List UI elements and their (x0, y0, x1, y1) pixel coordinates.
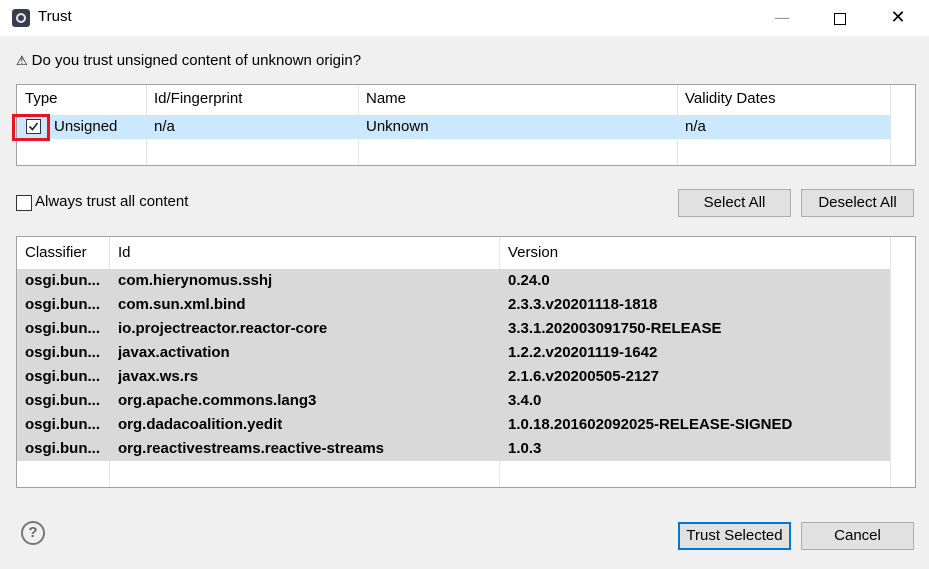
artifact-row[interactable]: osgi.bun... com.hierynomus.sshj 0.24.0 (17, 269, 890, 293)
artifact-row[interactable]: osgi.bun... io.projectreactor.reactor-co… (17, 317, 890, 341)
artifact-classifier: osgi.bun... (25, 368, 100, 385)
artifact-version: 1.0.18.201602092025-RELEASE-SIGNED (508, 416, 793, 433)
always-trust-label[interactable]: Always trust all content (35, 193, 188, 210)
prompt-text: Do you trust unsigned content of unknown… (31, 52, 362, 69)
artifact-row[interactable]: osgi.bun... javax.ws.rs 2.1.6.v20200505-… (17, 365, 890, 389)
artifacts-table: Classifier Id Version osgi.bun... com.hi… (16, 236, 916, 488)
signer-id: n/a (154, 118, 175, 135)
artifact-classifier: osgi.bun... (25, 416, 100, 433)
help-icon[interactable]: ? (21, 521, 45, 545)
artifact-classifier: osgi.bun... (25, 272, 100, 289)
artifact-row[interactable]: osgi.bun... javax.activation 1.2.2.v2020… (17, 341, 890, 365)
artifact-version: 2.1.6.v20200505-2127 (508, 368, 659, 385)
close-button[interactable]: ✕ (872, 0, 924, 36)
warning-icon: ⚠ (16, 54, 28, 69)
deselect-all-button[interactable]: Deselect All (801, 189, 914, 217)
title-bar: Trust — ✕ (0, 0, 929, 36)
always-trust-checkbox[interactable] (16, 195, 32, 211)
column-header-classifier[interactable]: Classifier (25, 241, 107, 265)
app-icon (12, 9, 30, 27)
column-header-version[interactable]: Version (508, 241, 878, 265)
artifact-classifier: osgi.bun... (25, 296, 100, 313)
artifact-classifier: osgi.bun... (25, 440, 100, 457)
maximize-icon (834, 12, 846, 25)
signer-row[interactable]: Unsigned n/a Unknown n/a (17, 115, 890, 139)
window-title: Trust (38, 8, 72, 25)
column-header-id-fingerprint[interactable]: Id/Fingerprint (154, 87, 354, 111)
signers-header-row: Type Id/Fingerprint Name Validity Dates (17, 87, 890, 111)
artifact-id: io.projectreactor.reactor-core (118, 320, 328, 337)
artifact-version: 3.3.1.202003091750-RELEASE (508, 320, 722, 337)
trust-selected-button[interactable]: Trust Selected (678, 522, 791, 550)
trust-prompt: ⚠ Do you trust unsigned content of unknow… (16, 52, 361, 69)
artifact-classifier: osgi.bun... (25, 344, 100, 361)
artifact-version: 1.0.3 (508, 440, 542, 457)
column-divider (890, 85, 891, 165)
artifact-version: 0.24.0 (508, 272, 550, 289)
checkbox-highlight (12, 114, 50, 141)
artifact-id: com.hierynomus.sshj (118, 272, 273, 289)
artifact-id: com.sun.xml.bind (118, 296, 246, 313)
minimize-button[interactable]: — (756, 0, 808, 36)
signer-type: Unsigned (54, 118, 118, 135)
artifact-id: org.dadacoalition.yedit (118, 416, 283, 433)
artifact-row[interactable]: osgi.bun... org.apache.commons.lang3 3.4… (17, 389, 890, 413)
column-header-name[interactable]: Name (366, 87, 666, 111)
artifact-version: 2.3.3.v20201118-1818 (508, 296, 658, 313)
signer-validity: n/a (685, 118, 706, 135)
artifact-row[interactable]: osgi.bun... com.sun.xml.bind 2.3.3.v2020… (17, 293, 890, 317)
signers-table: Type Id/Fingerprint Name Validity Dates … (16, 84, 916, 166)
select-all-button[interactable]: Select All (678, 189, 791, 217)
column-header-type[interactable]: Type (25, 87, 143, 111)
artifact-id: org.apache.commons.lang3 (118, 392, 317, 409)
artifacts-header-row: Classifier Id Version (17, 241, 890, 265)
column-divider (890, 237, 891, 487)
artifact-id: javax.ws.rs (118, 368, 199, 385)
column-header-id[interactable]: Id (118, 241, 488, 265)
artifact-id: org.reactivestreams.reactive-streams (118, 440, 384, 457)
artifact-id: javax.activation (118, 344, 230, 361)
column-header-validity-dates[interactable]: Validity Dates (685, 87, 885, 111)
maximize-button[interactable] (814, 0, 866, 36)
artifact-version: 3.4.0 (508, 392, 542, 409)
artifact-version: 1.2.2.v20201119-1642 (508, 344, 658, 361)
cancel-button[interactable]: Cancel (801, 522, 914, 550)
artifact-classifier: osgi.bun... (25, 392, 100, 409)
artifact-classifier: osgi.bun... (25, 320, 100, 337)
artifact-row[interactable]: osgi.bun... org.reactivestreams.reactive… (17, 437, 890, 461)
artifact-row[interactable]: osgi.bun... org.dadacoalition.yedit 1.0.… (17, 413, 890, 437)
signer-name: Unknown (366, 118, 429, 135)
